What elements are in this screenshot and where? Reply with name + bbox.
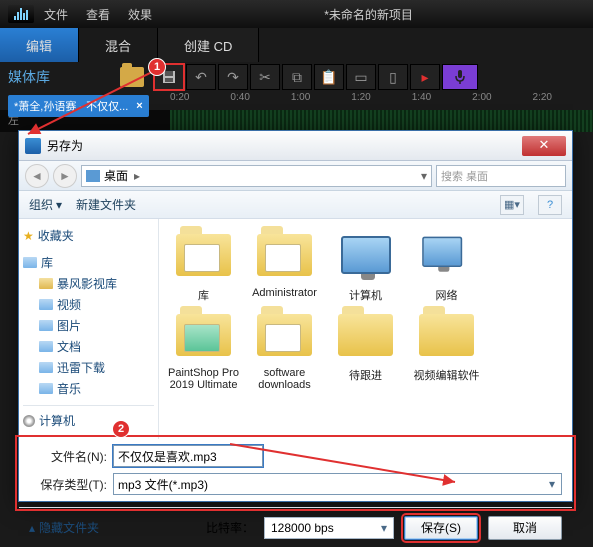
file-list[interactable]: 库 Administrator 计算机 网络 PaintShop Pro 201…: [159, 219, 572, 439]
annotation-2: 2: [112, 420, 130, 438]
file-item-administrator[interactable]: Administrator: [248, 227, 321, 303]
media-clip-chip[interactable]: *萧全,孙语赛 - 不仅仅...×: [8, 95, 149, 117]
file-item-followup[interactable]: 待跟进: [329, 307, 402, 391]
breadcrumb-bar[interactable]: 桌面 ▸ ▾: [81, 165, 432, 187]
filename-input[interactable]: 不仅仅是喜欢.mp3: [113, 445, 263, 467]
tab-mix[interactable]: 混合: [79, 28, 158, 62]
save-dialog-button[interactable]: 保存(S): [404, 516, 478, 540]
chevron-right-icon[interactable]: ▸: [134, 169, 140, 183]
filename-label: 文件名(N):: [29, 448, 107, 465]
sidebar-item-3[interactable]: 文档: [23, 336, 154, 357]
dialog-sidebar: ★收藏夹 库 暴风影视库 视频 图片 文档 迅雷下载 音乐 计算机: [19, 219, 159, 439]
cancel-dialog-button[interactable]: 取消: [488, 516, 562, 540]
undo-button[interactable]: ↶: [186, 64, 216, 90]
library-icon: [23, 257, 37, 268]
folder-icon: [39, 383, 53, 394]
star-icon: ★: [23, 229, 34, 243]
sidebar-computer[interactable]: 计算机: [23, 410, 154, 431]
microphone-icon: [454, 69, 466, 85]
main-toolbar: ↶ ↷ ✂ ⧉ 📋 ▭ ▯ ▸: [150, 64, 593, 90]
dialog-footer: ▴隐藏文件夹 比特率： 128000 bps 保存(S) 取消: [19, 507, 572, 547]
media-library-label: 媒体库: [0, 67, 150, 87]
dialog-title-text: 另存为: [47, 137, 83, 154]
hide-folders-button[interactable]: ▴隐藏文件夹: [29, 519, 99, 536]
dialog-nav-bar: ◄ ► 桌面 ▸ ▾ 搜索 桌面: [19, 161, 572, 191]
copy-button[interactable]: ⧉: [282, 64, 312, 90]
file-item-software[interactable]: software downloads: [248, 307, 321, 391]
filetype-select[interactable]: mp3 文件(*.mp3): [113, 473, 562, 495]
view-options-button[interactable]: ▦▾: [500, 195, 524, 215]
dialog-titlebar: 另存为 ✕: [19, 131, 572, 161]
tool-button-1[interactable]: ▭: [346, 64, 376, 90]
chevron-down-icon: ▾: [56, 198, 62, 212]
file-item-paintshop[interactable]: PaintShop Pro 2019 Ultimate: [167, 307, 240, 391]
sidebar-item-4[interactable]: 迅雷下载: [23, 357, 154, 378]
filename-filetype-group: 文件名(N): 不仅仅是喜欢.mp3 保存类型(T): mp3 文件(*.mp3…: [19, 439, 572, 507]
new-folder-button[interactable]: 新建文件夹: [76, 196, 136, 213]
window-title: *未命名的新项目: [152, 6, 585, 23]
help-button[interactable]: ?: [538, 195, 562, 215]
file-item-computer[interactable]: 计算机: [329, 227, 402, 303]
organize-button[interactable]: 组织 ▾: [29, 196, 62, 213]
bitrate-label: 比特率：: [206, 519, 254, 536]
computer-icon: [23, 415, 35, 427]
cut-button[interactable]: ✂: [250, 64, 280, 90]
waveform-display[interactable]: [170, 110, 593, 132]
folder-icon: [39, 299, 53, 310]
menu-file[interactable]: 文件: [44, 6, 68, 23]
sidebar-item-5[interactable]: 音乐: [23, 378, 154, 399]
bitrate-select[interactable]: 128000 bps: [264, 517, 394, 539]
sidebar-item-2[interactable]: 图片: [23, 315, 154, 336]
filetype-label: 保存类型(T):: [29, 476, 107, 493]
file-item-libraries[interactable]: 库: [167, 227, 240, 303]
save-as-dialog: 另存为 ✕ ◄ ► 桌面 ▸ ▾ 搜索 桌面 组织 ▾ 新建文件夹 ▦▾ ? ★…: [18, 130, 573, 502]
annotation-1: 1: [148, 58, 166, 76]
sidebar-item-0[interactable]: 暴风影视库: [23, 273, 154, 294]
folder-icon: [39, 341, 53, 352]
marker-button[interactable]: ▸: [410, 64, 440, 90]
tab-edit[interactable]: 编辑: [0, 28, 79, 62]
file-item-videoedit[interactable]: 视频编辑软件: [410, 307, 483, 391]
paste-button[interactable]: 📋: [314, 64, 344, 90]
nav-forward-button[interactable]: ►: [53, 164, 77, 188]
menu-view[interactable]: 查看: [86, 6, 110, 23]
folder-icon: [39, 278, 53, 289]
chevron-down-icon[interactable]: ▾: [421, 169, 427, 183]
sidebar-item-1[interactable]: 视频: [23, 294, 154, 315]
chevron-up-icon: ▴: [29, 521, 35, 535]
app-logo: [8, 5, 34, 23]
desktop-icon: [86, 170, 100, 182]
mode-tabs: 编辑 混合 创建 CD: [0, 28, 593, 62]
nav-back-button[interactable]: ◄: [25, 164, 49, 188]
dialog-icon: [25, 138, 41, 154]
tab-create-cd[interactable]: 创建 CD: [158, 28, 259, 62]
sidebar-favorites[interactable]: ★收藏夹: [23, 225, 154, 246]
close-icon[interactable]: ×: [136, 100, 142, 112]
menu-effects[interactable]: 效果: [128, 6, 152, 23]
redo-button[interactable]: ↷: [218, 64, 248, 90]
folder-icon: [39, 320, 53, 331]
search-input[interactable]: 搜索 桌面: [436, 165, 566, 187]
folder-open-icon[interactable]: [120, 67, 144, 87]
app-menu-bar: 文件 查看 效果 *未命名的新项目: [0, 0, 593, 28]
dialog-toolbar: 组织 ▾ 新建文件夹 ▦▾ ?: [19, 191, 572, 219]
library-toolbar-row: 媒体库 ↶ ↷ ✂ ⧉ 📋 ▭ ▯ ▸: [0, 62, 593, 92]
dialog-close-button[interactable]: ✕: [522, 136, 566, 156]
tool-button-2[interactable]: ▯: [378, 64, 408, 90]
record-button[interactable]: [442, 64, 478, 90]
sidebar-libraries[interactable]: 库: [23, 252, 154, 273]
file-item-network[interactable]: 网络: [410, 227, 483, 303]
folder-icon: [39, 362, 53, 373]
